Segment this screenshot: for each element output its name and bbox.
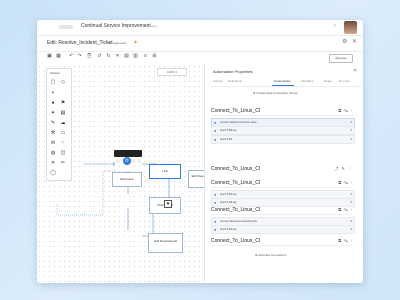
flag-node-icon[interactable]: ⚑ [164, 200, 172, 208]
row-label: connect discovery.connection.live [220, 220, 258, 223]
row-label: connect default.connection.name [220, 121, 257, 124]
active-tab-indicator [272, 85, 294, 86]
row-label: Fetch F.N4 [220, 138, 233, 141]
connection-group: Connect_To_Linux_CI ⧉ ✎ ⋮ ● connect disc… [211, 207, 355, 237]
node-label: Edit Issue [120, 177, 134, 181]
connection-icon: ● [214, 120, 217, 125]
connection-group: Connect_To_Linux_CI ⧉ ✎ ⋮ ● connect defa… [211, 108, 355, 148]
group-actions[interactable]: ⧉ ✎ ⋮ [338, 207, 353, 212]
app-title: Continual Service Improvement [81, 23, 151, 29]
grid-icon[interactable]: ▦ [56, 54, 61, 59]
row-menu-icon[interactable]: ▾ [350, 128, 352, 132]
group-actions[interactable]: ⤴ ✎ ⋮ [334, 166, 353, 172]
row-label: Fetch F.N9 key [220, 129, 237, 132]
row-label: Fetch F.N0 key [220, 193, 237, 196]
warning-icon: ▲ [133, 39, 138, 45]
divider [211, 245, 353, 246]
copy-icon[interactable]: ⎘ [87, 54, 92, 59]
gear-icon[interactable]: ⚙ [342, 38, 347, 45]
tab-run-ids[interactable]: Run Ids [339, 79, 349, 83]
row-label: Fetch F.N9 key [220, 201, 237, 204]
group-actions[interactable]: ⧉ ✎ ⋮ [338, 108, 353, 113]
tab-notes[interactable]: Notes [324, 79, 332, 83]
doc-icon[interactable]: ▥ [133, 54, 138, 59]
list-icon[interactable]: ≡ [143, 54, 148, 59]
link-node-icon: ⟳ [123, 157, 131, 165]
divider [211, 214, 353, 215]
approve-button[interactable]: Approve [329, 54, 353, 63]
group-actions[interactable]: ⧉ ✎ ⋮ [338, 238, 353, 243]
redo-icon[interactable]: ↷ [77, 54, 82, 59]
notification-icon[interactable]: ◔ [333, 24, 338, 29]
create-group-button[interactable]: ⊕ Create New Connection Group [253, 91, 297, 95]
app-header: Continual Service Improvement Automate ◔ [37, 20, 363, 36]
create-group-label: Create New Connection Group [256, 91, 298, 95]
properties-panel: Automation Properties ✕ Actions Definiti… [204, 64, 363, 283]
row-menu-icon[interactable]: ▾ [350, 192, 352, 196]
connection-icon: ● [214, 219, 217, 224]
undo2-icon[interactable]: ↺ [97, 54, 102, 59]
row-menu-icon[interactable]: ▾ [350, 227, 352, 231]
group-title: Connect_To_Linux_CI [211, 180, 261, 186]
connection-group: Connect_To_Linux_CI ⧉ ✎ ⋮ ● Fetch F.N0 k… [211, 180, 355, 210]
close-icon[interactable]: ✕ [352, 38, 357, 45]
node-label: Link [162, 169, 168, 173]
delete-icon[interactable]: ✕ [115, 54, 120, 59]
tab-connections[interactable]: Connections [274, 79, 291, 83]
page-title: Edit: Resolve_Incident_Ticket [47, 40, 113, 46]
list-item[interactable]: ● Fetch F.N4 key ▾ [211, 225, 355, 234]
divider [211, 115, 353, 116]
connection-icon: ● [214, 200, 217, 205]
connection-icon: ● [214, 128, 217, 133]
list-item[interactable]: ● Fetch F.N4 ▾ [211, 135, 355, 144]
editor-titlebar: Edit: Resolve_Incident_Ticket V4 - appro… [37, 35, 363, 52]
app-pill: Automate [144, 24, 157, 28]
tree-icon[interactable]: ⊞ [152, 54, 157, 59]
tab-definitions[interactable]: Definitions [228, 79, 242, 83]
undo-icon[interactable]: ↶ [69, 54, 74, 59]
tab-actions[interactable]: Actions [213, 79, 223, 83]
panel-title: Automation Properties [213, 69, 253, 74]
connection-icon: ● [214, 192, 217, 197]
row-menu-icon[interactable]: ▾ [350, 219, 352, 223]
group-title: Connect_To_Linux_CI [211, 207, 261, 213]
row-menu-icon[interactable]: ▾ [350, 137, 352, 141]
workflow-node[interactable]: Edit Issue [112, 172, 142, 187]
editor-toolbar: ▣ ▦ ↶ ↷ ⎘ ↺ ↻ ✕ ▤ ▥ ≡ ⊞ Approve [37, 51, 363, 65]
app-window: Continual Service Improvement Automate ◔… [37, 20, 363, 283]
save-icon[interactable]: ▣ [47, 54, 52, 59]
paste-icon[interactable]: ▤ [124, 54, 129, 59]
workflow-node[interactable]: Edit Result Email [148, 233, 183, 253]
list-item[interactable]: ● Fetch F.N9 key ▾ [211, 198, 355, 207]
tab-variables[interactable]: Variables [301, 79, 313, 83]
group-title: Connect_To_Linux_CI [211, 108, 261, 114]
add-connection-label: Add New Connection [258, 253, 287, 257]
connection-icon: ● [214, 137, 217, 142]
group-title: Connect_To_Linux_CI [211, 238, 261, 244]
workflow-canvas[interactable]: 100% ▾ Actions ▢ ◇ + ● ⚑ ✦ ▤ ✎ ☁ ⚒ ▭ ✉ ⁘… [37, 64, 218, 283]
avatar[interactable] [344, 21, 357, 34]
panel-close-icon[interactable]: ✕ [353, 68, 357, 74]
redo2-icon[interactable]: ↻ [106, 54, 111, 59]
divider [211, 187, 353, 188]
connection-group: Connect_To_Linux_CI ⧉ ✎ ⋮ [211, 238, 353, 248]
row-label: Fetch F.N4 key [220, 228, 237, 231]
version-select[interactable]: V4 - approved [107, 41, 126, 45]
connection-group: Connect_To_Linux_CI ⤴ ✎ ⋮ [211, 166, 353, 176]
node-toolbar[interactable] [114, 150, 142, 163]
group-title: Connect_To_Linux_CI [211, 166, 261, 172]
connection-icon: ● [214, 227, 217, 232]
workflow-node[interactable]: Link [149, 164, 181, 179]
group-actions[interactable]: ⧉ ✎ ⋮ [338, 180, 353, 185]
panel-tabs: Actions Definitions Connections Variable… [211, 77, 361, 87]
node-label: Edit Result Email [154, 239, 177, 243]
app-logo [59, 25, 73, 29]
list-item[interactable]: ● Fetch F.N9 key ▾ [211, 126, 355, 135]
row-menu-icon[interactable]: ▾ [350, 120, 352, 124]
add-connection-button[interactable]: ⊕ Add New Connection [255, 253, 286, 257]
row-menu-icon[interactable]: ▾ [350, 200, 352, 204]
